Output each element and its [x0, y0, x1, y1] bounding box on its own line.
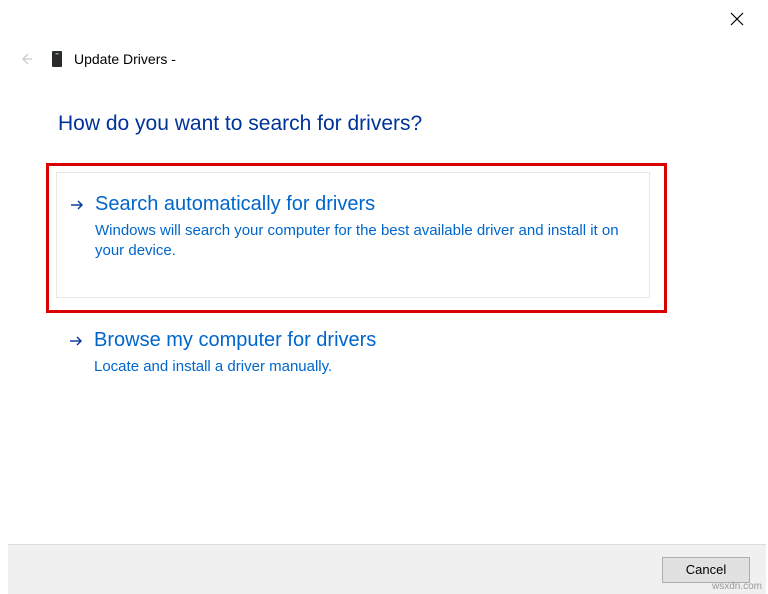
dialog-header: Update Drivers - [18, 50, 176, 68]
dialog-footer: Cancel [8, 544, 766, 594]
option-browse-computer[interactable]: Browse my computer for drivers Locate an… [56, 317, 650, 387]
option-description: Locate and install a driver manually. [94, 357, 632, 377]
option-title: Search automatically for drivers [95, 191, 631, 217]
option-description: Windows will search your computer for th… [95, 221, 631, 262]
arrow-right-icon [68, 331, 84, 351]
option-search-automatically[interactable]: Search automatically for drivers Windows… [56, 172, 650, 298]
option-title: Browse my computer for drivers [94, 327, 632, 353]
cancel-label: Cancel [686, 562, 726, 577]
arrow-left-icon [19, 52, 33, 66]
watermark: wsxdn.com [712, 581, 762, 592]
cancel-button[interactable]: Cancel [662, 557, 750, 583]
close-button[interactable] [730, 12, 748, 30]
update-drivers-dialog: Update Drivers - How do you want to sear… [8, 0, 766, 594]
back-button[interactable] [18, 51, 34, 67]
close-icon [730, 12, 744, 26]
question-heading: How do you want to search for drivers? [58, 112, 422, 136]
device-icon [50, 50, 64, 68]
arrow-right-icon [69, 195, 85, 215]
dialog-title: Update Drivers - [74, 51, 176, 67]
